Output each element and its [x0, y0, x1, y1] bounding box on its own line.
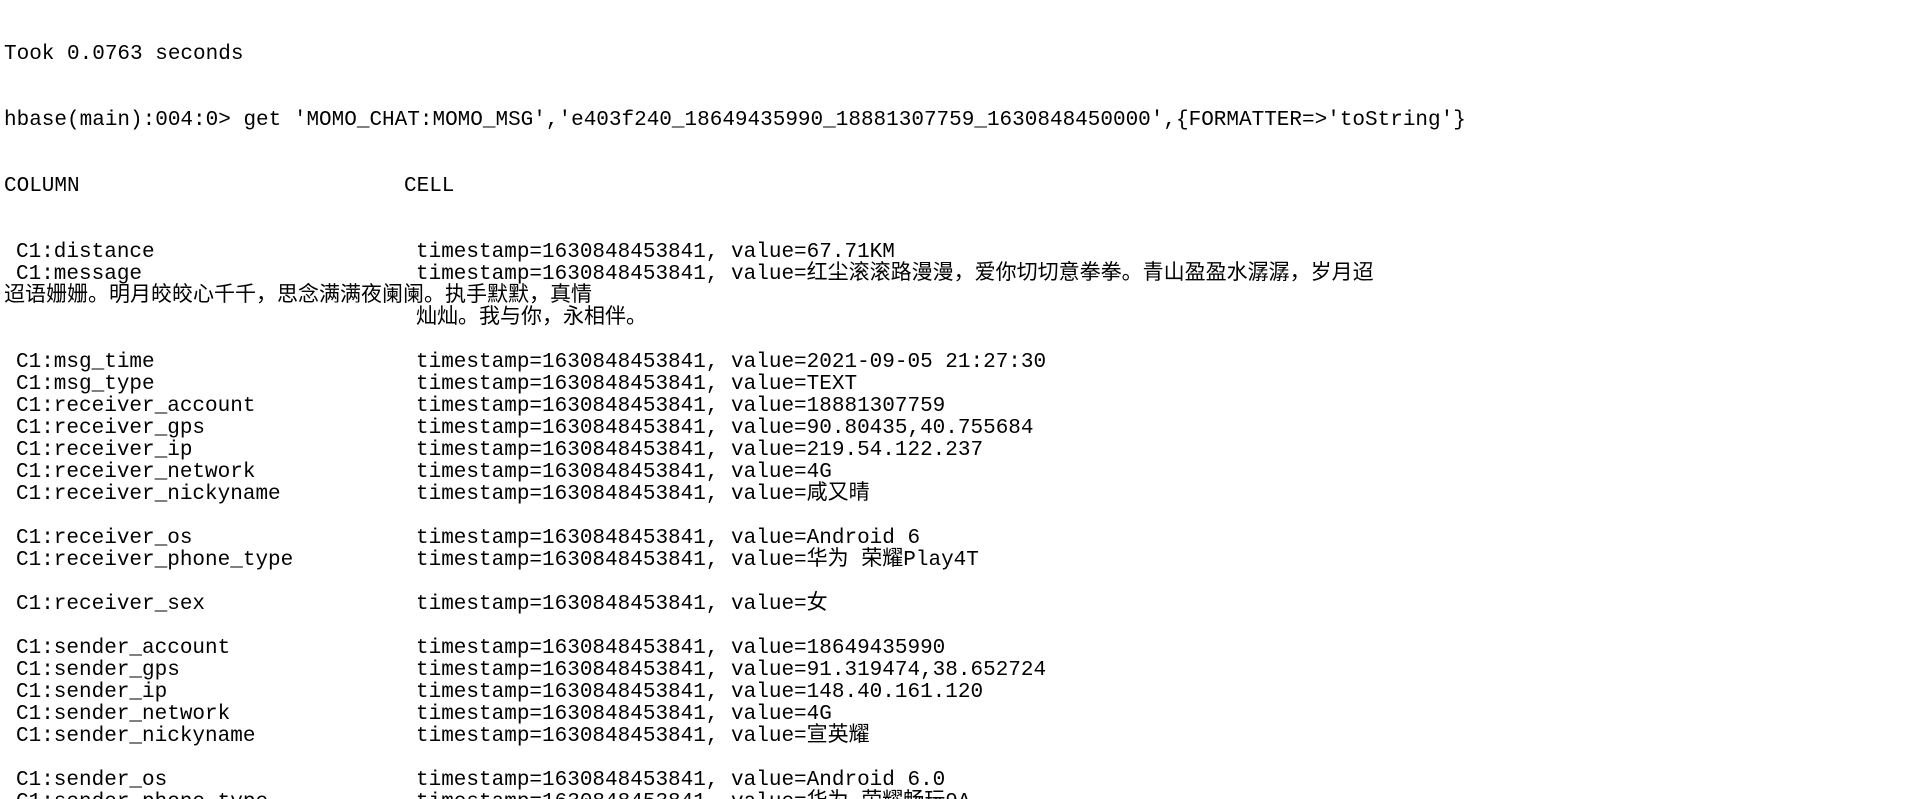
cell-value: timestamp=1630848453841, value=188813077… — [416, 396, 1910, 418]
cell-value: timestamp=1630848453841, value=148.40.16… — [416, 682, 1910, 704]
cell-value: timestamp=1630848453841, value=90.80435,… — [416, 418, 1910, 440]
terminal-output[interactable]: Took 0.0763 seconds hbase(main):004:0> g… — [0, 0, 1914, 799]
column-qualifier: C1:sender_os — [4, 770, 416, 792]
data-row: C1:sender_iptimestamp=1630848453841, val… — [4, 682, 1910, 704]
cell-value: timestamp=1630848453841, value=186494359… — [416, 638, 1910, 660]
cell-value: timestamp=1630848453841, value=红尘滚滚路漫漫，爱… — [416, 264, 1910, 286]
data-row: C1:receiver_sextimestamp=1630848453841, … — [4, 594, 1910, 616]
cell-value: timestamp=1630848453841, value=4G — [416, 462, 1910, 484]
data-row: C1:sender_accounttimestamp=1630848453841… — [4, 638, 1910, 660]
blank-line — [4, 616, 1910, 638]
cell-value: timestamp=1630848453841, value=华为 荣耀Play… — [416, 550, 1910, 572]
blank-line — [4, 572, 1910, 594]
data-row: C1:msg_typetimestamp=1630848453841, valu… — [4, 374, 1910, 396]
data-row: C1:distancetimestamp=1630848453841, valu… — [4, 242, 1910, 264]
data-row: C1:sender_phone_typetimestamp=1630848453… — [4, 792, 1910, 799]
column-qualifier: C1:sender_ip — [4, 682, 416, 704]
data-row: C1:receiver_phone_typetimestamp=16308484… — [4, 550, 1910, 572]
cell-value-continuation: 灿灿。我与你，永相伴。 — [4, 308, 1910, 330]
data-row: C1:sender_gpstimestamp=1630848453841, va… — [4, 660, 1910, 682]
data-row: C1:sender_nickynametimestamp=16308484538… — [4, 726, 1910, 748]
blank-line — [4, 748, 1910, 770]
data-row: C1:receiver_nickynametimestamp=163084845… — [4, 484, 1910, 506]
cell-value: timestamp=1630848453841, value=67.71KM — [416, 242, 1910, 264]
data-row: C1:receiver_ostimestamp=1630848453841, v… — [4, 528, 1910, 550]
column-qualifier: C1:message — [4, 264, 416, 286]
column-qualifier: C1:sender_nickyname — [4, 726, 416, 748]
cell-value: timestamp=1630848453841, value=华为 荣耀畅玩9A — [416, 792, 1910, 799]
cell-value: timestamp=1630848453841, value=2021-09-0… — [416, 352, 1910, 374]
column-qualifier: C1:receiver_os — [4, 528, 416, 550]
header-row: COLUMN CELL — [4, 176, 1910, 198]
timing-line: Took 0.0763 seconds — [4, 44, 1910, 66]
column-qualifier: C1:msg_time — [4, 352, 416, 374]
cell-value: timestamp=1630848453841, value=咸又晴 — [416, 484, 1910, 506]
column-qualifier: C1:msg_type — [4, 374, 416, 396]
column-qualifier: C1:sender_account — [4, 638, 416, 660]
data-row: C1:receiver_iptimestamp=1630848453841, v… — [4, 440, 1910, 462]
data-row: C1:sender_networktimestamp=1630848453841… — [4, 704, 1910, 726]
cell-value: timestamp=1630848453841, value=Android 6… — [416, 770, 1910, 792]
blank-line — [4, 506, 1910, 528]
column-qualifier: C1:receiver_sex — [4, 594, 416, 616]
cell-value: timestamp=1630848453841, value=宣英耀 — [416, 726, 1910, 748]
data-row: C1:receiver_gpstimestamp=1630848453841, … — [4, 418, 1910, 440]
data-row: C1:receiver_accounttimestamp=16308484538… — [4, 396, 1910, 418]
blank-line — [4, 330, 1910, 352]
cell-value: timestamp=1630848453841, value=女 — [416, 594, 1910, 616]
cell-value: timestamp=1630848453841, value=91.319474… — [416, 660, 1910, 682]
column-qualifier: C1:receiver_account — [4, 396, 416, 418]
data-row: C1:messagetimestamp=1630848453841, value… — [4, 264, 1910, 286]
column-qualifier: C1:distance — [4, 242, 416, 264]
column-qualifier: C1:receiver_network — [4, 462, 416, 484]
header-cell: CELL — [404, 176, 1910, 198]
column-qualifier: C1:sender_gps — [4, 660, 416, 682]
cell-value: timestamp=1630848453841, value=4G — [416, 704, 1910, 726]
cell-value: timestamp=1630848453841, value=Android 6 — [416, 528, 1910, 550]
cell-value: timestamp=1630848453841, value=TEXT — [416, 374, 1910, 396]
column-qualifier: C1:receiver_gps — [4, 418, 416, 440]
column-qualifier: C1:receiver_nickyname — [4, 484, 416, 506]
header-column: COLUMN — [4, 176, 404, 198]
data-row: C1:sender_ostimestamp=1630848453841, val… — [4, 770, 1910, 792]
data-row: C1:msg_timetimestamp=1630848453841, valu… — [4, 352, 1910, 374]
data-row: C1:receiver_networktimestamp=16308484538… — [4, 462, 1910, 484]
column-qualifier: C1:sender_phone_type — [4, 792, 416, 799]
column-qualifier: C1:receiver_phone_type — [4, 550, 416, 572]
column-qualifier: C1:sender_network — [4, 704, 416, 726]
cell-value-wrap: 迢语姗姗。明月皎皎心千千，思念满满夜阑阑。执手默默，真情 — [4, 286, 1910, 308]
column-qualifier: C1:receiver_ip — [4, 440, 416, 462]
cell-value: timestamp=1630848453841, value=219.54.12… — [416, 440, 1910, 462]
prompt-line: hbase(main):004:0> get 'MOMO_CHAT:MOMO_M… — [4, 110, 1910, 132]
